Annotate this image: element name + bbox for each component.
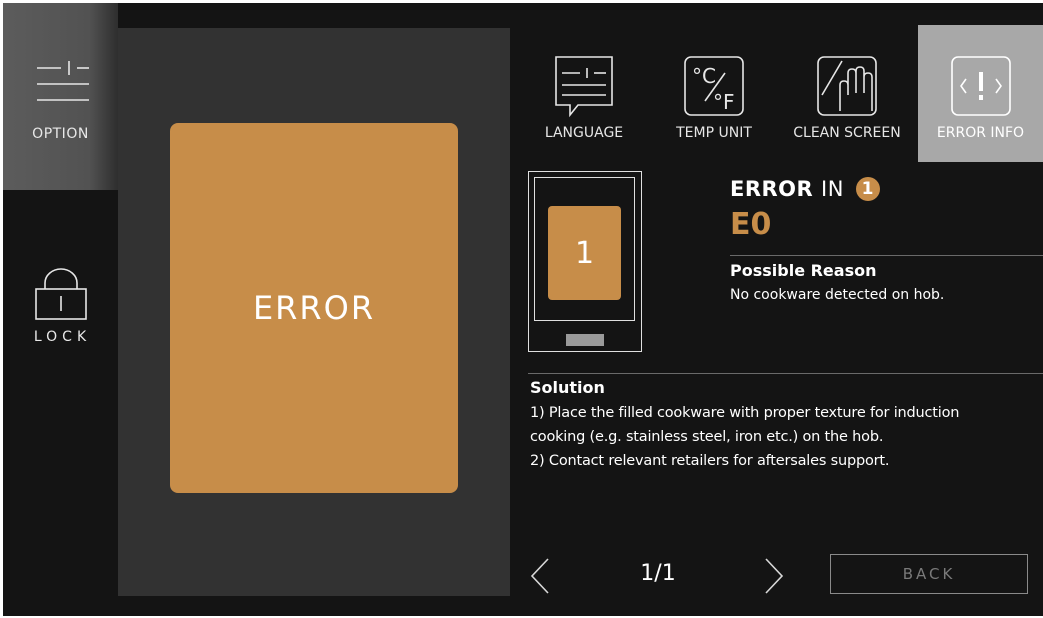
chevron-right-icon — [765, 558, 784, 594]
tab-clean-screen-label: CLEAN SCREEN — [793, 125, 901, 141]
option-button[interactable]: OPTION — [3, 3, 118, 190]
tab-language[interactable]: LANGUAGE — [523, 25, 645, 162]
error-zone-badge: 1 — [855, 177, 880, 201]
svg-text:°C: °C — [692, 64, 716, 88]
cooking-zone-1[interactable]: ERROR — [170, 123, 458, 493]
temp-unit-icon: °C °F — [684, 56, 744, 116]
tab-temp-unit-label: TEMP UNIT — [676, 125, 752, 141]
chevron-left-icon — [530, 558, 549, 594]
hob-map: 1 — [528, 171, 642, 352]
divider — [528, 373, 1043, 374]
tab-clean-screen[interactable]: CLEAN SCREEN — [783, 25, 911, 162]
next-page-button[interactable] — [758, 556, 788, 596]
hob-map-surface: 1 — [534, 177, 635, 321]
reason-text: No cookware detected on hob. — [730, 287, 945, 303]
zone-status-text: ERROR — [252, 289, 376, 327]
page-indicator: 1/1 — [640, 561, 676, 586]
tab-error-info-label: ERROR INFO — [936, 125, 1025, 141]
hob-panel: ERROR — [118, 28, 510, 596]
solution-line: 1) Place the filled cookware with proper… — [530, 405, 960, 421]
clean-screen-icon — [817, 56, 877, 116]
lock-button[interactable]: LOCK — [3, 243, 118, 363]
prev-page-button[interactable] — [528, 556, 558, 596]
tab-error-info[interactable]: ERROR INFO — [918, 25, 1043, 162]
solution-title: Solution — [530, 378, 605, 397]
svg-text:°F: °F — [713, 90, 735, 114]
back-button[interactable]: BACK — [830, 554, 1028, 594]
sidebar: OPTION LOCK — [3, 3, 118, 616]
error-code: E0 — [730, 207, 772, 242]
solution-line: 2) Contact relevant retailers for afters… — [530, 453, 890, 469]
hob-map-control-bar — [566, 334, 604, 346]
solution-text: 1) Place the filled cookware with proper… — [530, 401, 1040, 473]
language-icon — [555, 56, 613, 118]
tab-temp-unit[interactable]: °C °F TEMP UNIT — [658, 25, 770, 162]
lock-label: LOCK — [33, 329, 92, 345]
solution-line: cooking (e.g. stainless steel, iron etc.… — [530, 429, 884, 445]
reason-title: Possible Reason — [730, 261, 877, 280]
lock-icon — [35, 268, 87, 320]
error-title: ERROR IN 1 — [730, 177, 880, 201]
option-icon — [37, 61, 89, 101]
hob-map-zone: 1 — [548, 206, 621, 300]
error-title-in: IN — [821, 177, 844, 201]
tab-language-label: LANGUAGE — [544, 125, 624, 141]
option-label: OPTION — [32, 126, 89, 142]
divider — [730, 255, 1043, 256]
screen: OPTION LOCK ERROR LANGUAGE °C °F TEMP UN… — [3, 3, 1043, 616]
error-info-icon — [951, 56, 1011, 116]
error-title-word: ERROR — [730, 177, 814, 201]
